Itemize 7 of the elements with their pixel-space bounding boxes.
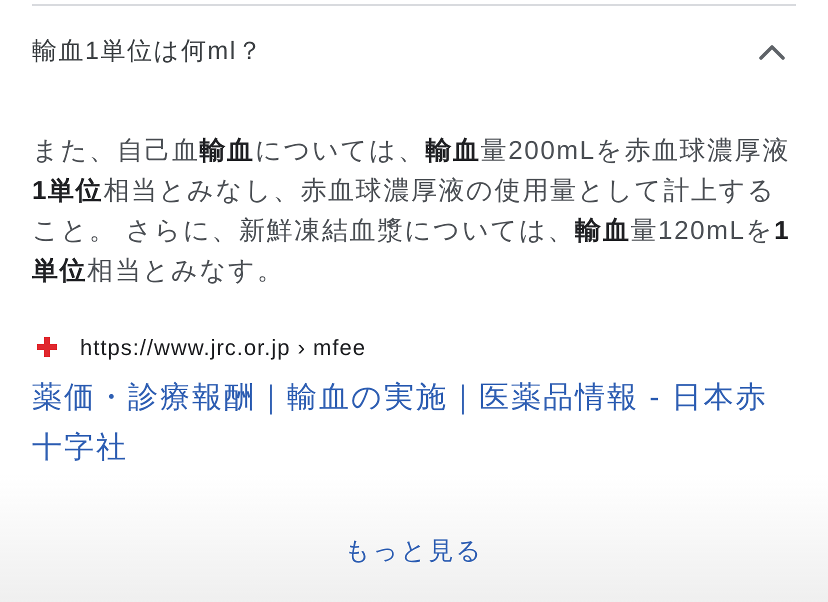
result-title-link[interactable]: 薬価・診療報酬｜輸血の実施｜医薬品情報 - 日本赤十字社 [32, 373, 782, 473]
chevron-up-icon[interactable] [758, 44, 786, 60]
cross-icon [37, 337, 57, 357]
question-text: 輸血1単位は何ml？ [32, 36, 264, 68]
more-button[interactable]: もっと見る [340, 533, 488, 569]
source-url: https://www.jrc.or.jp › mfee [80, 334, 366, 362]
answer-paragraph: また、自己血輸血については、輸血量200mLを赤血球濃厚液1単位相当とみなし、赤血球濃厚液の使用量として計上すること。 さらに、新鮮凍結血漿については、輸血量120mLを1単位相当とみなす。 [32, 134, 792, 287]
